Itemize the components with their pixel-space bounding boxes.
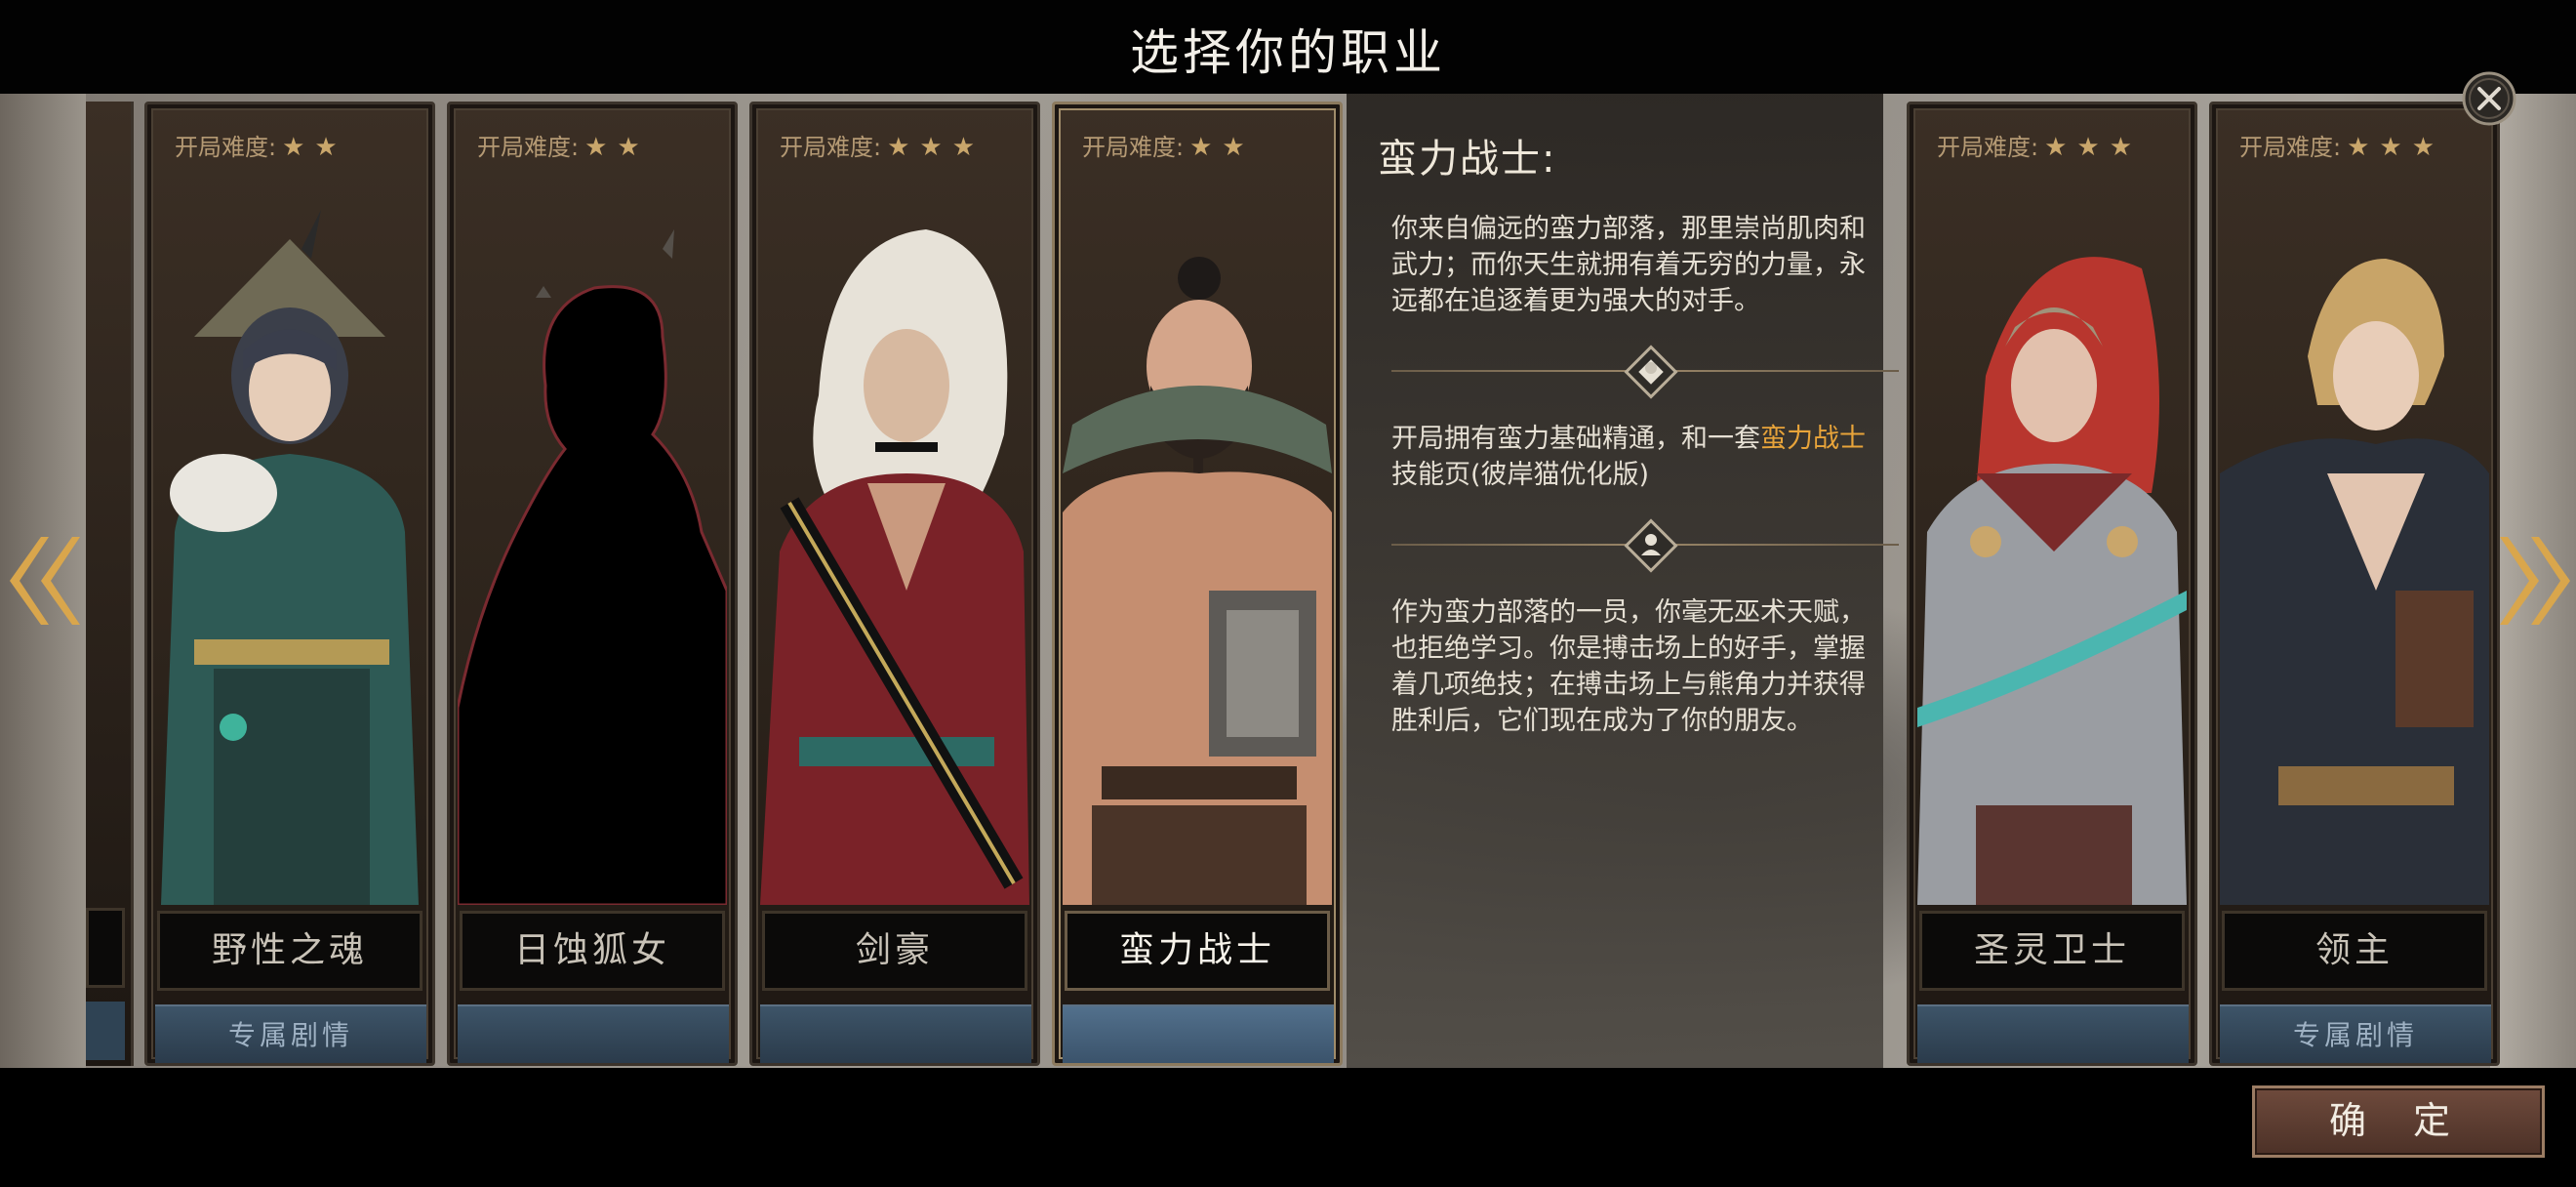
- difficulty-row: 开局难度: ★★: [1082, 128, 1255, 162]
- difficulty-label: 开局难度:: [175, 134, 277, 161]
- fist-icon: [1624, 345, 1678, 399]
- confirm-button[interactable]: 确 定: [2252, 1085, 2545, 1158]
- class-card-brute-warrior[interactable]: 开局难度: ★★ 蛮力战士: [1052, 102, 1343, 1066]
- star-icon: ★★★: [887, 133, 986, 162]
- star-icon: ★★★: [2347, 133, 2445, 162]
- difficulty-row: 开局难度: ★★: [477, 128, 650, 162]
- difficulty-row: 开局难度: ★★★: [780, 128, 985, 162]
- close-icon[interactable]: [2461, 70, 2517, 127]
- class-name: 剑豪: [762, 911, 1027, 991]
- start-prefix: 开局拥有蛮力基础精通，和一套: [1391, 424, 1760, 454]
- class-lore-text: 作为蛮力部落的一员，你毫无巫术天赋，也拒绝学习。你是搏击场上的好手，掌握着几项绝…: [1391, 597, 1866, 736]
- section-divider: [1391, 507, 1899, 583]
- story-bar: [1063, 1004, 1334, 1063]
- class-name: 领主: [2222, 911, 2487, 991]
- class-name: 蛮力战士: [1065, 911, 1330, 991]
- double-chevron-right-icon[interactable]: [2498, 527, 2576, 634]
- class-portrait: [760, 181, 1029, 905]
- section-divider: [1391, 333, 1899, 409]
- class-name: 圣灵卫士: [1919, 911, 2185, 991]
- difficulty-label: 开局难度:: [1082, 134, 1185, 161]
- bust-icon: [1624, 518, 1678, 573]
- page-title: 选择你的职业: [1130, 24, 1446, 81]
- star-icon: ★★: [584, 133, 650, 162]
- class-description-panel: 蛮力战士: 你来自偏远的蛮力部落，那里崇尚肌肉和武力；而你天生就拥有着无穷的力量…: [1347, 94, 1899, 1068]
- class-card-wild-soul[interactable]: 开局难度: ★★ 野性之魂 专属剧情: [144, 102, 435, 1066]
- story-bar: [86, 1002, 125, 1060]
- class-name: 日蚀狐女: [460, 911, 725, 991]
- class-card-swordmaster[interactable]: 开局难度: ★★★ 剑豪: [749, 102, 1040, 1066]
- class-card-eclipse-foxgirl[interactable]: 开局难度: ★★ 日蚀狐女: [447, 102, 738, 1066]
- story-bar: 专属剧情: [155, 1004, 426, 1063]
- class-intro-text: 你来自偏远的蛮力部落，那里崇尚肌肉和武力；而你天生就拥有着无穷的力量，永远都在追…: [1391, 214, 1866, 316]
- class-name: 野性之魂: [157, 911, 423, 991]
- star-icon: ★★: [282, 133, 347, 162]
- start-suffix: 技能页(彼岸猫优化版): [1391, 460, 1650, 490]
- difficulty-label: 开局难度:: [2239, 134, 2342, 161]
- story-bar: 专属剧情: [2220, 1004, 2491, 1063]
- star-icon: ★★: [1189, 133, 1255, 162]
- difficulty-label: 开局难度:: [1937, 134, 2039, 161]
- story-bar: [1917, 1004, 2189, 1063]
- difficulty-label: 开局难度:: [780, 134, 882, 161]
- class-card-holy-guardian[interactable]: 开局难度: ★★★ 圣灵卫士: [1907, 102, 2197, 1066]
- story-bar: [760, 1004, 1031, 1063]
- class-portrait: [1917, 181, 2187, 905]
- class-portrait-locked: [458, 181, 727, 905]
- star-icon: ★★★: [2044, 133, 2143, 162]
- class-portrait: [155, 181, 424, 905]
- skill-page-link[interactable]: 蛮力战士: [1760, 424, 1866, 454]
- class-card-partial[interactable]: [86, 102, 134, 1066]
- difficulty-row: 开局难度: ★★: [175, 128, 347, 162]
- difficulty-row: 开局难度: ★★★: [2239, 128, 2444, 162]
- class-start-text: 开局拥有蛮力基础精通，和一套蛮力战士技能页(彼岸猫优化版): [1391, 421, 1879, 493]
- class-portrait: [2220, 181, 2489, 905]
- class-portrait: [1063, 181, 1332, 905]
- class-card-lord[interactable]: 开局难度: ★★★ 领主 专属剧情: [2209, 102, 2500, 1066]
- title-bar: 选择你的职业: [0, 0, 2576, 94]
- difficulty-label: 开局难度:: [477, 134, 580, 161]
- class-detail-title: 蛮力战士:: [1378, 137, 1557, 182]
- story-bar: [458, 1004, 729, 1063]
- bottom-bar: [0, 1068, 2576, 1187]
- double-chevron-left-icon[interactable]: [4, 527, 82, 634]
- difficulty-row: 开局难度: ★★★: [1937, 128, 2142, 162]
- name-plate: [86, 908, 125, 988]
